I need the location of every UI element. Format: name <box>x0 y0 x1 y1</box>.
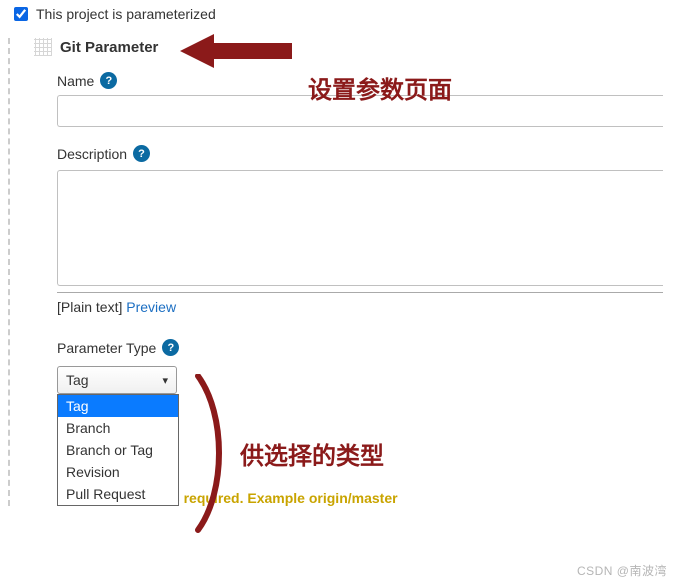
chevron-down-icon: ▾ <box>162 374 168 387</box>
help-icon[interactable]: ? <box>100 72 117 89</box>
parameter-type-dropdown: Tag Branch Branch or Tag Revision Pull R… <box>57 394 179 506</box>
option-revision[interactable]: Revision <box>58 461 178 483</box>
textarea-resize-handle[interactable] <box>57 287 663 293</box>
name-input[interactable] <box>57 95 663 127</box>
parameter-type-select[interactable]: Tag ▾ <box>57 366 177 394</box>
preview-link[interactable]: Preview <box>126 299 176 315</box>
option-branch[interactable]: Branch <box>58 417 178 439</box>
name-label: Name <box>57 73 94 89</box>
help-icon[interactable]: ? <box>162 339 179 356</box>
drag-handle-icon[interactable] <box>34 38 52 56</box>
description-label: Description <box>57 146 127 162</box>
parameterized-checkbox[interactable] <box>14 7 28 21</box>
option-tag[interactable]: Tag <box>58 395 178 417</box>
option-branch-or-tag[interactable]: Branch or Tag <box>58 439 178 461</box>
parameter-type-label: Parameter Type <box>57 340 156 356</box>
watermark: CSDN @南波湾 <box>577 562 667 579</box>
parameterized-label: This project is parameterized <box>36 6 216 22</box>
block-title: Git Parameter <box>60 39 158 56</box>
option-pull-request[interactable]: Pull Request <box>58 483 178 505</box>
help-icon[interactable]: ? <box>133 145 150 162</box>
select-value: Tag <box>66 372 89 388</box>
description-textarea[interactable] <box>57 170 663 286</box>
plain-text-label: [Plain text] <box>57 299 122 315</box>
